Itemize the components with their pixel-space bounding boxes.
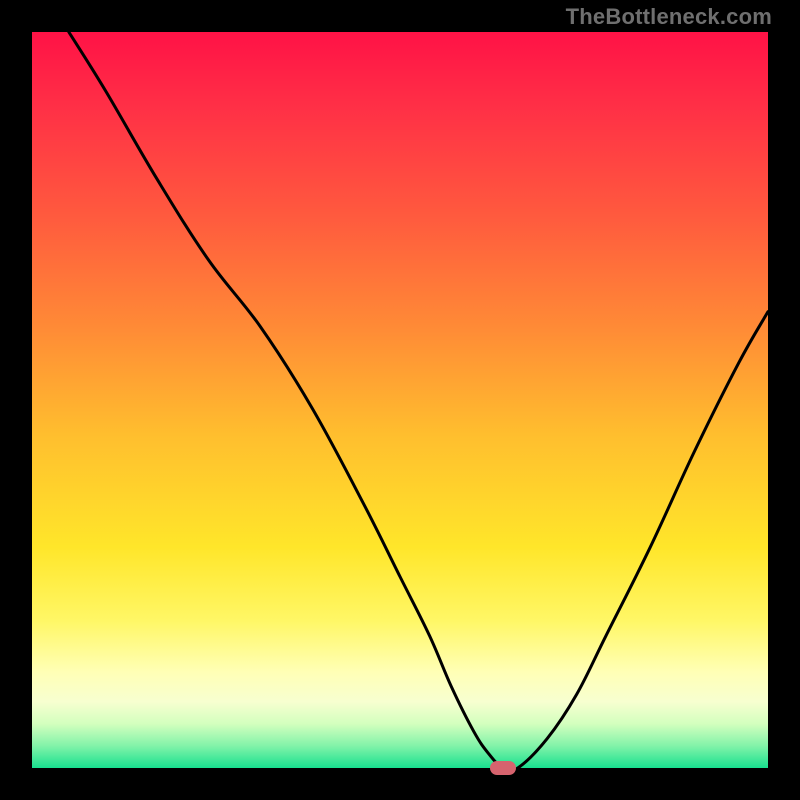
chart-gradient-bg <box>32 32 768 768</box>
chart-container <box>32 32 768 768</box>
bottleneck-chart <box>32 32 768 768</box>
watermark-label: TheBottleneck.com <box>566 4 772 30</box>
optimal-point-marker <box>490 761 516 775</box>
